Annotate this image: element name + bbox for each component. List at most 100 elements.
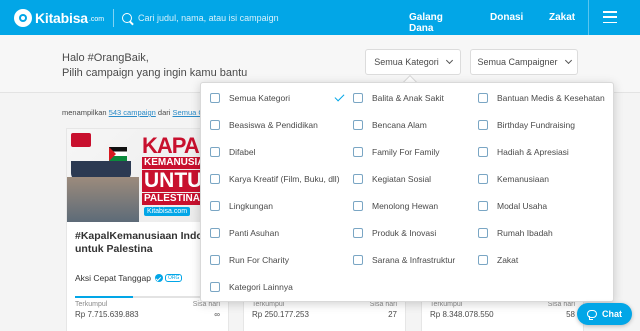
hamburger-menu-icon[interactable] — [603, 11, 617, 23]
chevron-down-icon — [564, 56, 572, 65]
nav-divider — [588, 0, 589, 35]
campaign-organizer: Aksi Cepat Tanggap ORG — [75, 273, 183, 283]
category-option[interactable]: Beasiswa & Pendidikan — [209, 111, 349, 138]
category-option-label: Sarana & Infrastruktur — [372, 254, 456, 265]
kitabisa-logo[interactable]: Kitabisa .com — [14, 8, 104, 27]
collected-amount: Rp 7.715.639.883 — [75, 310, 139, 319]
category-option-label: Birthday Fundraising — [497, 119, 575, 130]
top-header: Kitabisa .com Galang Dana Donasi Zakat — [0, 0, 640, 35]
gift-icon — [477, 146, 488, 157]
medical-icon — [477, 92, 488, 103]
running-icon — [209, 254, 220, 265]
count-from: dari — [157, 108, 171, 117]
category-option[interactable]: Hadiah & Apresiasi — [477, 138, 613, 165]
category-dropdown[interactable]: Semua Kategori — [365, 49, 461, 75]
paw-icon — [352, 200, 363, 211]
collected-label: Terkumpul — [75, 301, 108, 308]
category-option-label: Kemanusiaan — [497, 173, 549, 184]
category-dropdown-label: Semua Kategori — [374, 57, 439, 67]
category-option-label: Balita & Anak Sakit — [372, 92, 444, 103]
chat-button[interactable]: Chat — [577, 303, 632, 325]
collected-label: Terkumpul — [430, 301, 463, 308]
chevron-down-icon — [445, 56, 453, 65]
category-option-label: Panti Asuhan — [229, 227, 280, 238]
wheelchair-icon — [209, 146, 220, 157]
category-option-label: Lingkungan — [229, 200, 273, 211]
campaigner-dropdown-label: Semua Campaigner — [477, 57, 558, 67]
category-option-label: Menolong Hewan — [372, 200, 439, 211]
leaf-icon — [209, 200, 220, 211]
list-icon — [209, 92, 220, 103]
category-option[interactable]: Karya Kreatif (Film, Buku, dll) — [209, 165, 349, 192]
category-option[interactable]: Semua Kategori — [209, 84, 349, 111]
category-option-label: Family For Family — [372, 146, 440, 157]
poster-title-4: PALESTINA — [142, 193, 202, 205]
zakat-icon — [477, 254, 488, 265]
category-option[interactable]: Modal Usaha — [477, 192, 613, 219]
campaign-count: menampilkan 543 campaign dari Semua C — [62, 108, 204, 117]
category-option-label: Rumah Ibadah — [497, 227, 553, 238]
remaining-days: 58 — [566, 310, 575, 319]
cake-icon — [477, 119, 488, 130]
category-option[interactable]: Produk & Inovasi — [352, 219, 482, 246]
humanity-icon — [477, 173, 488, 184]
search-bar — [113, 8, 339, 27]
category-option[interactable]: Kemanusiaan — [477, 165, 613, 192]
palestine-flag-icon — [109, 147, 127, 161]
chat-label: Chat — [602, 309, 622, 319]
graduation-cap-icon — [209, 119, 220, 130]
category-option[interactable]: Menolong Hewan — [352, 192, 482, 219]
collected-amount: Rp 8.348.078.550 — [430, 310, 494, 319]
category-option[interactable]: Lingkungan — [209, 192, 349, 219]
verified-check-icon — [154, 274, 163, 282]
collected-label: Terkumpul — [252, 301, 285, 308]
category-option-label: Semua Kategori — [229, 92, 290, 103]
remaining-label: Sisa hari — [369, 301, 397, 308]
count-prefix: menampilkan — [62, 108, 107, 117]
checkmark-icon — [334, 91, 345, 102]
nav-galang-dana[interactable]: Galang Dana — [409, 12, 469, 34]
search-icon[interactable] — [122, 12, 133, 23]
category-option[interactable]: Kategori Lainnya — [209, 273, 349, 300]
category-option[interactable]: Panti Asuhan — [209, 219, 349, 246]
count-link[interactable]: 543 campaign — [109, 108, 156, 117]
category-option-label: Bencana Alam — [372, 119, 427, 130]
category-option-label: Karya Kreatif (Film, Buku, dll) — [229, 173, 340, 184]
category-option-label: Kegiatan Sosial — [372, 173, 432, 184]
category-option[interactable]: Kegiatan Sosial — [352, 165, 482, 192]
organizer-tag: ORG — [164, 274, 183, 282]
category-option[interactable]: Rumah Ibadah — [477, 219, 613, 246]
disaster-icon — [352, 119, 363, 130]
search-input[interactable] — [138, 12, 339, 23]
greeting-line-2: Pilih campaign yang ingin kamu bantu — [62, 67, 248, 79]
chat-bubble-icon — [587, 310, 597, 320]
building-icon — [352, 254, 363, 265]
nav-donasi[interactable]: Donasi — [490, 12, 530, 23]
category-option[interactable]: Run For Charity — [209, 246, 349, 273]
category-option[interactable]: Birthday Fundraising — [477, 111, 613, 138]
campaigner-dropdown[interactable]: Semua Campaigner — [470, 49, 578, 75]
logo-text: Kitabisa — [35, 9, 88, 26]
category-option-label: Produk & Inovasi — [372, 227, 437, 238]
nav-zakat[interactable]: Zakat — [549, 12, 589, 23]
logo-mark-icon — [14, 8, 32, 27]
category-option[interactable]: Balita & Anak Sakit — [352, 84, 482, 111]
category-option[interactable]: Bantuan Medis & Kesehatan — [477, 84, 613, 111]
greeting-line-1: Halo #OrangBaik, — [62, 52, 149, 64]
category-option-label: Difabel — [229, 146, 256, 157]
business-icon — [477, 200, 488, 211]
category-option[interactable]: Zakat — [477, 246, 613, 273]
category-option[interactable]: Difabel — [209, 138, 349, 165]
lightbulb-icon — [352, 227, 363, 238]
palette-icon — [209, 173, 220, 184]
category-option[interactable]: Bencana Alam — [352, 111, 482, 138]
category-option[interactable]: Family For Family — [352, 138, 482, 165]
category-option[interactable]: Sarana & Infrastruktur — [352, 246, 482, 273]
baby-icon — [352, 92, 363, 103]
poster-crowd-shape — [67, 177, 139, 222]
poster-logo: Kitabisa.com — [144, 207, 191, 216]
category-option-label: Beasiswa & Pendidikan — [229, 119, 318, 130]
remaining-label: Sisa hari — [547, 301, 575, 308]
community-icon — [352, 173, 363, 184]
mosque-icon — [477, 227, 488, 238]
